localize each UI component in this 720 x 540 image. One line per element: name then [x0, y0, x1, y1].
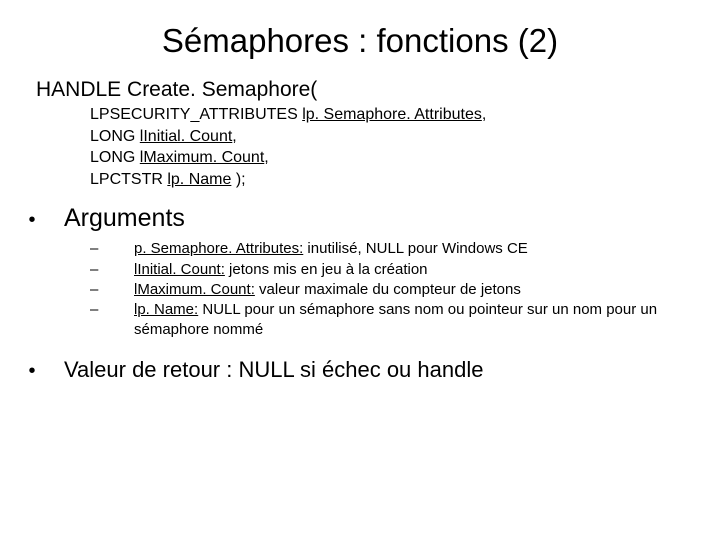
argument-text: lMaximum. Count: valeur maximale du comp…	[134, 280, 720, 300]
param-type: LONG	[90, 149, 140, 166]
function-signature: HANDLE Create. Semaphore(	[36, 78, 720, 102]
argument-desc: inutilisé, NULL pour Windows CE	[303, 240, 528, 257]
param-punct: );	[231, 171, 245, 188]
param-type: LONG	[90, 128, 140, 145]
argument-text: p. Semaphore. Attributes: inutilisé, NUL…	[134, 239, 720, 259]
param-line: LONG lMaximum. Count,	[90, 147, 720, 169]
argument-name: p. Semaphore. Attributes:	[134, 240, 303, 257]
argument-name: lp. Name:	[134, 301, 198, 318]
argument-desc: NULL pour un sémaphore sans nom ou point…	[134, 301, 657, 338]
argument-row: – p. Semaphore. Attributes: inutilisé, N…	[90, 239, 720, 259]
argument-text: lp. Name: NULL pour un sémaphore sans no…	[134, 300, 720, 341]
param-line: LPSECURITY_ATTRIBUTES lp. Semaphore. Att…	[90, 104, 720, 126]
param-line: LPCTSTR lp. Name );	[90, 169, 720, 191]
argument-desc: valeur maximale du compteur de jetons	[255, 281, 521, 298]
param-line: LONG lInitial. Count,	[90, 126, 720, 148]
param-punct: ,	[482, 106, 486, 123]
param-name: lMaximum. Count	[140, 149, 264, 166]
arguments-heading-row: • Arguments	[0, 204, 720, 233]
arguments-heading: Arguments	[64, 204, 185, 233]
param-punct: ,	[232, 128, 236, 145]
param-name: lp. Name	[167, 171, 231, 188]
param-type: LPSECURITY_ATTRIBUTES	[90, 106, 302, 123]
dash-icon: –	[90, 300, 134, 320]
dash-icon: –	[90, 239, 134, 259]
argument-row: – lp. Name: NULL pour un sémaphore sans …	[90, 300, 720, 341]
slide-title: Sémaphores : fonctions (2)	[0, 22, 720, 60]
argument-row: – lMaximum. Count: valeur maximale du co…	[90, 280, 720, 300]
bullet-icon: •	[0, 360, 64, 383]
param-name: lp. Semaphore. Attributes	[302, 106, 482, 123]
return-value-text: Valeur de retour : NULL si échec ou hand…	[64, 357, 483, 383]
arguments-block: – p. Semaphore. Attributes: inutilisé, N…	[90, 239, 720, 340]
argument-name: lMaximum. Count:	[134, 281, 255, 298]
return-value-row: • Valeur de retour : NULL si échec ou ha…	[0, 357, 720, 383]
param-name: lInitial. Count	[140, 128, 233, 145]
slide: Sémaphores : fonctions (2) HANDLE Create…	[0, 22, 720, 540]
bullet-icon: •	[0, 209, 64, 232]
parameter-list: LPSECURITY_ATTRIBUTES lp. Semaphore. Att…	[90, 104, 720, 190]
dash-icon: –	[90, 280, 134, 300]
argument-row: – lInitial. Count: jetons mis en jeu à l…	[90, 260, 720, 280]
argument-desc: jetons mis en jeu à la création	[225, 261, 428, 278]
argument-name: lInitial. Count:	[134, 261, 225, 278]
param-type: LPCTSTR	[90, 171, 167, 188]
argument-text: lInitial. Count: jetons mis en jeu à la …	[134, 260, 720, 280]
dash-icon: –	[90, 260, 134, 280]
param-punct: ,	[264, 149, 268, 166]
